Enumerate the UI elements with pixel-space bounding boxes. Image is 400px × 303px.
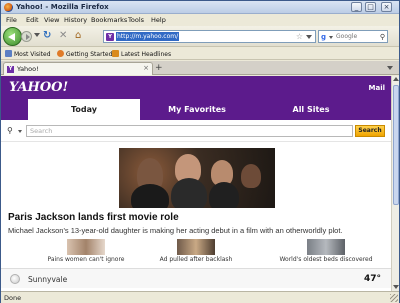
thumbnail-story[interactable]: Pains women can't ignore bbox=[41, 239, 131, 263]
search-engine-dropdown-icon[interactable] bbox=[329, 36, 333, 39]
firefox-icon bbox=[4, 3, 13, 12]
yahoo-search-input[interactable]: Search bbox=[26, 125, 353, 137]
vertical-scrollbar[interactable] bbox=[391, 76, 399, 291]
bookmark-latest-headlines[interactable]: Latest Headlines bbox=[112, 50, 171, 58]
yahoo-favicon: Y bbox=[7, 66, 14, 73]
thumbnail-image[interactable] bbox=[307, 239, 345, 255]
mail-link[interactable]: Mail bbox=[369, 84, 386, 92]
thumbnail-image[interactable] bbox=[67, 239, 105, 255]
scrollbar-thumb[interactable] bbox=[393, 85, 399, 205]
tab-close-icon[interactable]: × bbox=[143, 64, 149, 72]
weather-temperature: 47° bbox=[363, 274, 381, 284]
photo-figure bbox=[171, 178, 207, 208]
tab-all-sites[interactable]: All Sites bbox=[255, 99, 367, 120]
web-search-box[interactable]: g ⚲ bbox=[318, 30, 388, 43]
photo-figure bbox=[131, 184, 169, 208]
back-button[interactable] bbox=[3, 27, 22, 46]
thumbnail-story[interactable]: World's oldest beds discovered bbox=[271, 239, 381, 263]
thumbnail-story[interactable]: Ad pulled after backlash bbox=[151, 239, 241, 263]
photo-figure bbox=[209, 182, 239, 208]
web-search-input[interactable] bbox=[336, 32, 378, 41]
history-dropdown-icon[interactable] bbox=[34, 33, 40, 37]
tab-my-favorites[interactable]: My Favorites bbox=[141, 99, 253, 120]
photo-figure bbox=[241, 164, 261, 188]
bookmark-label: Getting Started bbox=[66, 51, 113, 58]
folder-icon bbox=[5, 50, 12, 57]
menu-bookmarks[interactable]: Bookmarks bbox=[91, 16, 127, 24]
story-summary: Michael Jackson's 13-year-old daughter i… bbox=[8, 226, 343, 235]
thumbnail-caption[interactable]: Ad pulled after backlash bbox=[151, 256, 241, 263]
thumbnail-caption[interactable]: World's oldest beds discovered bbox=[271, 256, 381, 263]
thumbnail-image[interactable] bbox=[177, 239, 215, 255]
new-tab-icon[interactable]: + bbox=[155, 63, 163, 73]
menu-history[interactable]: History bbox=[64, 16, 87, 24]
rss-icon bbox=[112, 50, 119, 57]
weather-city[interactable]: Sunnyvale bbox=[28, 275, 67, 284]
window-title: Yahoo! - Mozilla Firefox bbox=[16, 3, 109, 11]
menu-bar: File Edit View History Bookmarks Tools H… bbox=[1, 15, 399, 26]
yahoo-header: YAHOO! Mail Today My Favorites All Sites bbox=[1, 76, 391, 120]
navigation-toolbar: ↻ ✕ ⌂ Y http://m.yahoo.com/ ☆ g ⚲ bbox=[1, 26, 399, 47]
status-bar: Done bbox=[1, 291, 399, 303]
status-text: Done bbox=[4, 294, 22, 302]
story-headline[interactable]: Paris Jackson lands first movie role bbox=[8, 212, 179, 223]
menu-edit[interactable]: Edit bbox=[26, 16, 39, 24]
url-dropdown-icon[interactable] bbox=[306, 35, 312, 39]
menu-file[interactable]: File bbox=[6, 16, 17, 24]
thumbnail-row: Pains women can't ignore Ad pulled after… bbox=[1, 239, 391, 267]
url-text[interactable]: http://m.yahoo.com/ bbox=[116, 32, 180, 41]
tab-yahoo[interactable]: Y Yahoo! × bbox=[3, 62, 153, 75]
thumbnail-caption[interactable]: Pains women can't ignore bbox=[41, 256, 131, 263]
bookmark-star-icon[interactable]: ☆ bbox=[296, 32, 303, 42]
site-favicon: Y bbox=[106, 33, 114, 41]
yahoo-logo[interactable]: YAHOO! bbox=[9, 80, 68, 95]
bookmarks-toolbar: Most Visited Getting Started Latest Head… bbox=[1, 48, 399, 60]
search-icon[interactable]: ⚲ bbox=[7, 126, 13, 136]
menu-view[interactable]: View bbox=[44, 16, 59, 24]
yahoo-search-row: ⚲ Search Search bbox=[1, 120, 391, 142]
bookmark-getting-started[interactable]: Getting Started bbox=[57, 50, 112, 58]
forward-button[interactable] bbox=[21, 31, 32, 42]
stop-icon[interactable]: ✕ bbox=[59, 30, 67, 42]
google-icon[interactable]: g bbox=[321, 32, 326, 42]
menu-help[interactable]: Help bbox=[151, 16, 166, 24]
search-icon[interactable]: ⚲ bbox=[380, 32, 385, 42]
url-bar[interactable]: Y http://m.yahoo.com/ ☆ bbox=[103, 30, 316, 43]
weather-bar[interactable]: Sunnyvale 47° bbox=[1, 268, 391, 288]
page-viewport: YAHOO! Mail Today My Favorites All Sites… bbox=[1, 76, 391, 291]
resize-grip-icon[interactable] bbox=[390, 294, 398, 302]
bookmark-most-visited[interactable]: Most Visited bbox=[5, 50, 51, 58]
yahoo-search-button[interactable]: Search bbox=[355, 125, 385, 137]
title-bar: Yahoo! - Mozilla Firefox _ □ × bbox=[1, 1, 399, 14]
tab-list-dropdown-icon[interactable] bbox=[387, 66, 393, 70]
search-type-dropdown-icon[interactable] bbox=[18, 130, 22, 133]
tab-label: Yahoo! bbox=[17, 65, 39, 73]
tab-today[interactable]: Today bbox=[28, 99, 140, 120]
scroll-down-icon[interactable] bbox=[393, 285, 399, 289]
bookmark-label: Latest Headlines bbox=[121, 51, 172, 58]
close-button[interactable]: × bbox=[381, 2, 392, 12]
home-icon[interactable]: ⌂ bbox=[75, 30, 81, 42]
menu-tools[interactable]: Tools bbox=[128, 16, 144, 24]
tab-strip: Y Yahoo! × + bbox=[1, 61, 399, 75]
minimize-button[interactable]: _ bbox=[351, 2, 362, 12]
story-photo[interactable] bbox=[119, 148, 275, 208]
firefox-bookmark-icon bbox=[57, 50, 64, 57]
scroll-up-icon[interactable] bbox=[393, 77, 399, 81]
maximize-button[interactable]: □ bbox=[365, 2, 376, 12]
reload-icon[interactable]: ↻ bbox=[43, 30, 51, 42]
browser-window: Yahoo! - Mozilla Firefox _ □ × File Edit… bbox=[0, 0, 400, 303]
weather-icon bbox=[10, 274, 20, 284]
bookmark-label: Most Visited bbox=[14, 51, 51, 58]
